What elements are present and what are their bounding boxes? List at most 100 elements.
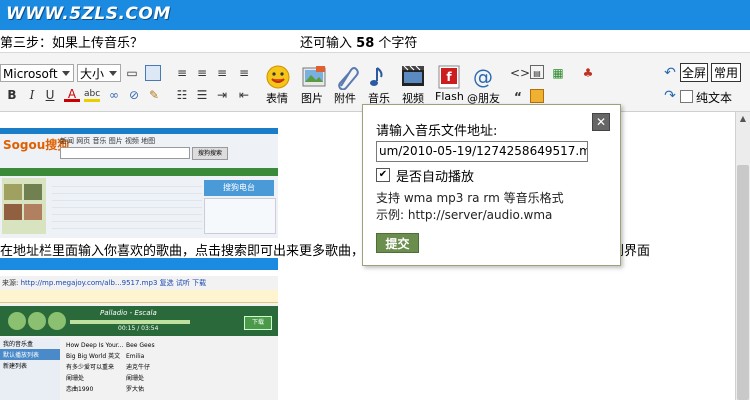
- submit-button[interactable]: 提交: [376, 233, 419, 253]
- counter-prefix: 还可输入: [300, 36, 353, 51]
- mention-button[interactable]: @: [470, 64, 500, 90]
- song-row: 阑珊处 阑珊处: [66, 375, 145, 382]
- code-block-icon[interactable]: ▤: [530, 65, 544, 79]
- menu-item: 图片: [108, 137, 123, 145]
- outdent-icon[interactable]: ⇤: [236, 87, 252, 103]
- chevron-down-icon: [109, 71, 117, 76]
- common-button[interactable]: 常用: [711, 63, 741, 82]
- pause-icon: [28, 312, 46, 330]
- justify-icon[interactable]: ≡: [236, 65, 252, 81]
- plaintext-checkbox[interactable]: [680, 90, 693, 106]
- highlight-icon[interactable]: abc: [84, 86, 100, 102]
- dialog-title: 请输入音乐文件地址:: [376, 124, 498, 139]
- image-divider: [0, 258, 278, 270]
- ordered-list-icon[interactable]: ☷: [174, 87, 190, 103]
- step-title: 第三步：如果上传音乐？: [0, 36, 144, 51]
- photo-thumb: [24, 184, 42, 200]
- search-button: 搜狗搜索: [192, 147, 228, 160]
- svg-text:f: f: [446, 70, 452, 84]
- table-icon[interactable]: ▭: [124, 65, 140, 81]
- counter-suffix: 个字符: [378, 36, 418, 51]
- menu-item: 音乐: [92, 137, 107, 145]
- template-icon[interactable]: ▦: [550, 65, 566, 81]
- quote-icon[interactable]: “: [510, 89, 526, 105]
- video-button[interactable]: [400, 64, 430, 90]
- menu-item: 新闻: [60, 137, 74, 145]
- photo-thumb: [4, 184, 22, 200]
- source-line: 来源: http://mp.megajoy.com/alb...9517.mp3…: [2, 278, 206, 288]
- char-counter: 还可输入 58 个字符: [300, 32, 417, 51]
- emoji-label[interactable]: 表情: [266, 90, 288, 106]
- attachment-button[interactable]: [333, 64, 363, 91]
- undo-icon[interactable]: ↶: [662, 65, 678, 81]
- prev-icon: [8, 312, 26, 330]
- download-button: 下载: [244, 316, 272, 330]
- bold-icon[interactable]: B: [4, 87, 20, 103]
- align-center-icon[interactable]: ≡: [194, 65, 210, 81]
- unlink-icon[interactable]: ⊘: [126, 87, 142, 103]
- format-brush-icon[interactable]: ✎: [146, 87, 162, 103]
- flash-button[interactable]: f: [436, 64, 466, 90]
- align-left-icon[interactable]: ≡: [174, 65, 190, 81]
- scrollbar-thumb[interactable]: [737, 165, 749, 400]
- underline-icon[interactable]: U: [42, 87, 58, 103]
- source-link: 试听: [175, 279, 190, 287]
- film-icon: [402, 65, 424, 86]
- source-link: 下载: [192, 279, 207, 287]
- source-label: 来源:: [2, 279, 19, 287]
- chevron-down-icon: [62, 71, 70, 76]
- format-hint: 支持 wma mp3 ra rm 等音乐格式: [376, 191, 564, 205]
- song-list: How Deep Is Your... Bee Gees Big Big Worl…: [66, 340, 278, 395]
- music-url-input[interactable]: um/2010-05-19/1274258649517.mp3: [376, 141, 588, 162]
- photo-thumb: [24, 204, 42, 220]
- song-row: How Deep Is Your... Bee Gees: [66, 342, 155, 349]
- notice-bar: [0, 290, 278, 303]
- search-menu: 新闻 网页 音乐 图片 视频 地图: [60, 136, 155, 146]
- font-family-value: Microsoft: [3, 67, 58, 81]
- checkbox-icon[interactable]: [680, 90, 693, 103]
- top-bar: [0, 128, 278, 134]
- next-icon: [48, 312, 66, 330]
- flash-label[interactable]: Flash: [435, 90, 464, 103]
- unordered-list-icon[interactable]: ☰: [194, 87, 210, 103]
- photo-thumb: [4, 204, 22, 220]
- link-icon[interactable]: ∞: [106, 87, 122, 103]
- music-note-icon: [370, 67, 383, 86]
- font-color-icon[interactable]: A: [64, 86, 80, 102]
- progress-track: [70, 320, 190, 324]
- align-right-icon[interactable]: ≡: [214, 65, 230, 81]
- site-logo[interactable]: WWW.5ZLS.COM: [6, 4, 171, 24]
- font-size-select[interactable]: 大小: [77, 64, 121, 82]
- font-family-select[interactable]: Microsoft: [0, 64, 74, 82]
- source-code-icon[interactable]: <>: [510, 65, 530, 81]
- flash-icon: f: [438, 65, 460, 89]
- box-icon[interactable]: [530, 89, 544, 103]
- song-row: 恋曲1990 罗大佑: [66, 386, 145, 393]
- song-time: 00:15 / 03:54: [118, 325, 159, 332]
- qq-icon[interactable]: ♣: [580, 65, 596, 81]
- scroll-up-icon[interactable]: ▲: [738, 114, 748, 124]
- counter-value: 58: [356, 36, 375, 51]
- table-grid-icon[interactable]: [145, 65, 161, 81]
- image-label[interactable]: 图片: [301, 90, 323, 106]
- font-size-value: 大小: [80, 67, 105, 81]
- fullscreen-button[interactable]: 全屏: [680, 63, 708, 82]
- music-button[interactable]: [366, 64, 396, 90]
- autoplay-label: 是否自动播放: [396, 170, 475, 185]
- attachment-label[interactable]: 附件: [334, 90, 356, 106]
- close-icon[interactable]: ✕: [592, 113, 610, 131]
- source-url: http://mp.megajoy.com/alb...9517.mp3: [20, 279, 158, 287]
- plaintext-label: 纯文本: [696, 91, 733, 105]
- emoji-button[interactable]: [264, 64, 294, 90]
- at-sign-icon: @: [473, 65, 493, 89]
- sidebar-item: 新建列表: [3, 363, 28, 370]
- sidebar-item: 我的音乐盒: [3, 341, 34, 348]
- indent-icon[interactable]: ⇥: [214, 87, 230, 103]
- autoplay-checkbox[interactable]: ✔: [376, 168, 390, 182]
- redo-icon[interactable]: ↷: [662, 88, 678, 104]
- italic-icon[interactable]: I: [24, 87, 40, 103]
- player-sidebar: 我的音乐盒 默认播放列表 新建列表: [0, 338, 60, 400]
- image-button[interactable]: [301, 64, 331, 90]
- search-box: [60, 147, 190, 159]
- paperclip-icon: [338, 67, 359, 91]
